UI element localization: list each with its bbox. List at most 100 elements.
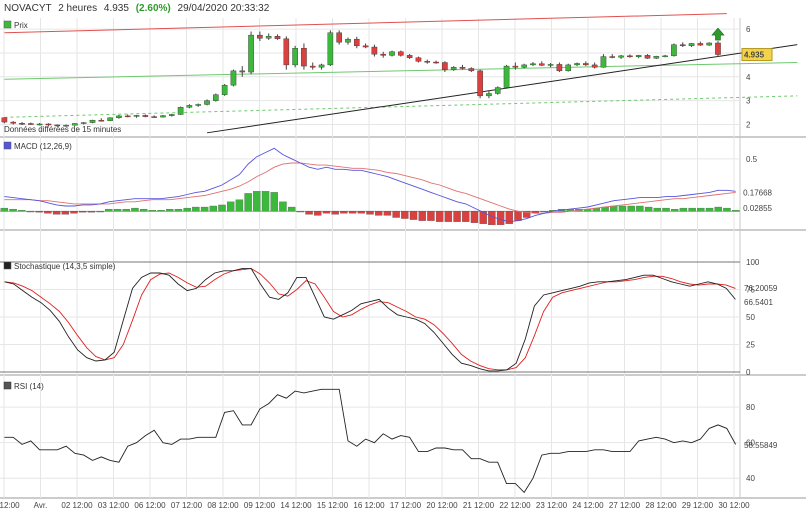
- price-y-tick-label: 3: [746, 97, 751, 106]
- candle-body: [468, 68, 475, 72]
- macd-histogram-bar: [79, 211, 87, 213]
- candle-body: [627, 55, 633, 58]
- candle-body: [609, 56, 616, 58]
- x-tick-label: 02 12:00: [61, 501, 93, 510]
- candle-body: [133, 115, 140, 117]
- candle-body: [362, 45, 369, 48]
- macd-histogram-bar: [200, 206, 209, 212]
- stoch-k-line: [4, 268, 736, 372]
- macd-histogram-bar: [653, 207, 661, 212]
- candle-body: [336, 32, 342, 43]
- x-tick-label: 22 12:00: [499, 501, 531, 510]
- candle-body: [635, 55, 642, 57]
- macd-histogram-bar: [148, 210, 157, 212]
- candle-body: [345, 38, 351, 43]
- candle-body: [556, 64, 563, 72]
- candle-body: [574, 63, 580, 66]
- x-tick-label: 14 12:00: [280, 501, 312, 510]
- macd-histogram-bar: [627, 205, 635, 212]
- candle-body: [213, 94, 219, 101]
- candle-body: [151, 116, 157, 118]
- candle-body: [195, 104, 202, 106]
- candle-body: [318, 64, 325, 68]
- macd-histogram-bar: [70, 211, 78, 214]
- candle-body: [177, 107, 184, 115]
- macd-histogram-bar: [218, 204, 226, 212]
- up-arrow-icon: [711, 27, 725, 41]
- candle-body: [248, 34, 254, 73]
- candle-body: [653, 56, 660, 59]
- macd-histogram-bar: [462, 211, 470, 222]
- last-price-label: 4.935: [744, 51, 765, 60]
- candle-body: [160, 115, 166, 118]
- macd-histogram-bar: [105, 208, 113, 212]
- macd-histogram-bar: [113, 208, 122, 212]
- candle-body: [1, 117, 8, 123]
- candle-body: [124, 115, 131, 118]
- chart-area[interactable]: 31 12:00 Avr. 02 12:00 03 12:00 06 12:00 07 1…: [0, 0, 806, 512]
- macd-histogram-bar: [87, 211, 96, 213]
- macd-histogram-bar: [697, 207, 705, 212]
- macd-histogram-bar: [44, 211, 52, 214]
- macd-histogram-bar: [679, 207, 688, 212]
- candle-body: [662, 55, 668, 58]
- candle-body: [459, 67, 466, 69]
- macd-histogram-bar: [314, 211, 322, 216]
- candle-body: [521, 64, 527, 68]
- candle-body: [98, 119, 105, 122]
- candle-body: [547, 64, 554, 66]
- x-tick-label: 03 12:00: [98, 501, 130, 510]
- x-tick-label: 17 12:00: [390, 501, 422, 510]
- candle-body: [406, 55, 413, 58]
- macd-histogram-bar: [348, 211, 357, 214]
- macd-hist-value: 0.02855: [743, 204, 772, 213]
- x-tick-label: 31 12:00: [0, 501, 20, 510]
- rsi-value: 58.55849: [744, 441, 778, 450]
- macd-histogram-bar: [375, 211, 383, 216]
- candle-body: [142, 115, 149, 117]
- macd-histogram-bar: [192, 206, 200, 212]
- candle-body: [283, 38, 290, 66]
- candle-body: [450, 67, 457, 70]
- rsi-line: [4, 388, 736, 494]
- stoch-d-line: [4, 268, 736, 371]
- macd-histogram-bar: [618, 205, 627, 212]
- stoch-pane-title: Stochastique (14,3,5 simple): [14, 262, 116, 271]
- macd-histogram-bar: [357, 211, 365, 214]
- candle-body: [486, 93, 492, 97]
- macd-histogram-bar: [287, 206, 296, 212]
- candle-body: [503, 65, 510, 88]
- macd-histogram-bar: [139, 208, 148, 212]
- x-tick-label: 27 12:00: [609, 501, 641, 510]
- macd-histogram-bar: [235, 199, 244, 212]
- macd-histogram-bar: [26, 211, 35, 213]
- candle-body: [274, 36, 281, 39]
- macd-histogram-bar: [131, 207, 139, 212]
- price-legend-swatch: [3, 20, 12, 29]
- trendline-red: [4, 13, 727, 34]
- candle-body: [618, 55, 624, 58]
- candle-body: [679, 44, 686, 47]
- macd-histogram-bar: [340, 211, 348, 214]
- candle-body: [398, 51, 404, 56]
- macd-histogram-bar: [296, 211, 305, 213]
- x-tick-label: 28 12:00: [645, 501, 677, 510]
- candle-body: [697, 43, 704, 46]
- candle-body: [239, 70, 246, 73]
- candle-body: [265, 36, 272, 39]
- candle-body: [80, 122, 87, 124]
- candle-body: [591, 64, 598, 68]
- x-tick-label: 06 12:00: [134, 501, 166, 510]
- macd-histogram-bar: [9, 208, 17, 212]
- candle-body: [512, 65, 519, 68]
- candle-body: [221, 84, 228, 95]
- rsi-y-tick-label: 40: [746, 474, 755, 483]
- stoch-y-tick-label: 25: [746, 341, 755, 350]
- macd-signal-line: [4, 162, 736, 214]
- stoch-y-tick-label: 50: [746, 313, 755, 322]
- macd-histogram-bar: [331, 211, 339, 215]
- macd-histogram-bar: [453, 211, 461, 222]
- price-y-tick-label: 6: [746, 25, 751, 34]
- macd-histogram-bar: [723, 207, 731, 212]
- stoch-k-value: 66.5401: [744, 298, 773, 307]
